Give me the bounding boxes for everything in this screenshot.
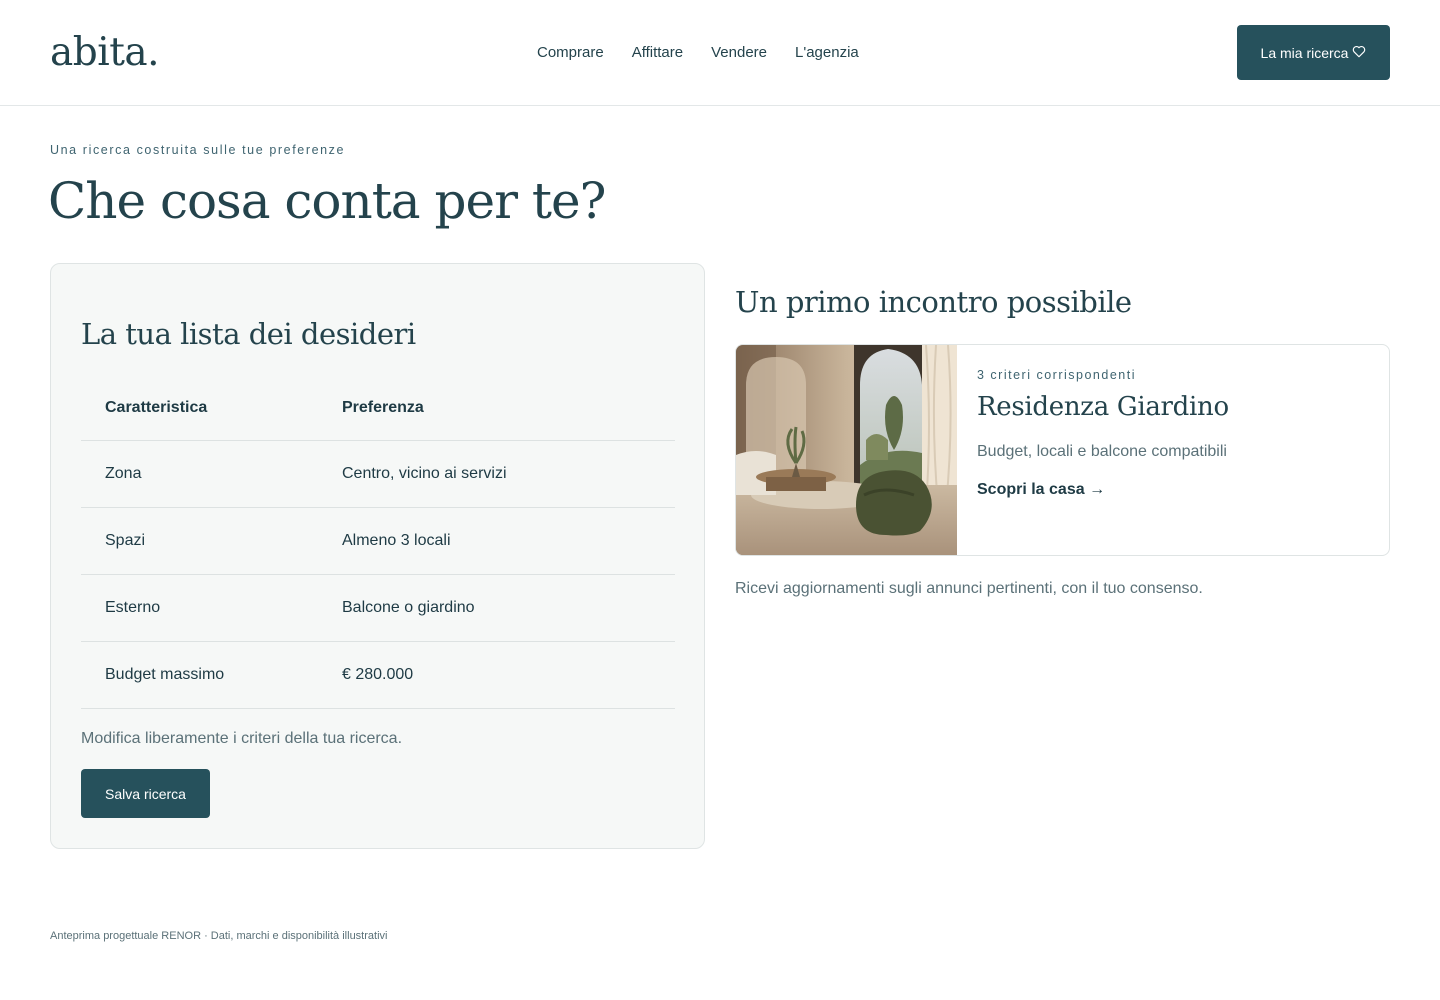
listing-description: Budget, locali e balcone compatibili bbox=[977, 443, 1227, 460]
table-row[interactable]: Budget massimo € 280.000 bbox=[81, 642, 675, 709]
row-preference: Centro, vicino ai servizi bbox=[342, 465, 507, 482]
wishlist-table: Caratteristica Preferenza Zona Centro, v… bbox=[81, 375, 675, 709]
wishlist-card: La tua lista dei desideri Caratteristica… bbox=[50, 263, 705, 849]
row-preference: Balcone o giardino bbox=[342, 599, 475, 616]
footer-note: Anteprima progettuale RENOR · Dati, marc… bbox=[50, 930, 388, 942]
wishlist-title: La tua lista dei desideri bbox=[81, 317, 416, 351]
match-criteria-count: 3 criteri corrispondenti bbox=[977, 368, 1136, 382]
column-header-feature: Caratteristica bbox=[105, 398, 208, 416]
table-row[interactable]: Spazi Almeno 3 locali bbox=[81, 508, 675, 575]
nav-item-comprare[interactable]: Comprare bbox=[537, 44, 604, 61]
main-nav: Comprare Affittare Vendere L'agenzia bbox=[537, 44, 887, 61]
row-feature: Budget massimo bbox=[105, 666, 225, 683]
listing-photo[interactable] bbox=[736, 345, 957, 555]
row-feature: Spazi bbox=[105, 532, 146, 549]
listing-title[interactable]: Residenza Giardino bbox=[977, 392, 1229, 422]
listing-card[interactable]: 3 criteri corrispondenti Residenza Giard… bbox=[735, 344, 1390, 556]
table-row[interactable]: Esterno Balcone o giardino bbox=[81, 575, 675, 642]
consent-note: Ricevi aggiornamenti sugli annunci perti… bbox=[735, 580, 1203, 597]
match-title: Un primo incontro possibile bbox=[735, 285, 1132, 319]
wishlist-note: Modifica liberamente i criteri della tua… bbox=[81, 730, 403, 747]
row-preference: € 280.000 bbox=[342, 666, 414, 683]
save-search-button[interactable]: Salva ricerca bbox=[81, 769, 210, 818]
intro-eyebrow: Una ricerca costruita sulle tue preferen… bbox=[50, 143, 346, 157]
nav-item-affittare[interactable]: Affittare bbox=[632, 44, 683, 61]
nav-item-vendere[interactable]: Vendere bbox=[711, 44, 767, 61]
discover-home-link[interactable]: Scopri la casa → bbox=[977, 481, 1105, 499]
row-preference: Almeno 3 locali bbox=[342, 532, 451, 549]
nav-item-agenzia[interactable]: L'agenzia bbox=[795, 44, 859, 61]
row-feature: Esterno bbox=[105, 599, 161, 616]
my-search-label: La mia ricerca bbox=[1260, 44, 1349, 61]
page-title: Che cosa conta per te? bbox=[48, 172, 606, 230]
my-search-button[interactable]: La mia ricerca bbox=[1237, 25, 1390, 80]
heart-icon bbox=[1352, 45, 1366, 61]
site-header: abita. Comprare Affittare Vendere L'agen… bbox=[0, 0, 1440, 106]
row-feature: Zona bbox=[105, 465, 142, 482]
logo[interactable]: abita. bbox=[50, 30, 160, 75]
table-header-row: Caratteristica Preferenza bbox=[81, 375, 675, 441]
table-row[interactable]: Zona Centro, vicino ai servizi bbox=[81, 441, 675, 508]
column-header-preference: Preferenza bbox=[342, 398, 424, 416]
